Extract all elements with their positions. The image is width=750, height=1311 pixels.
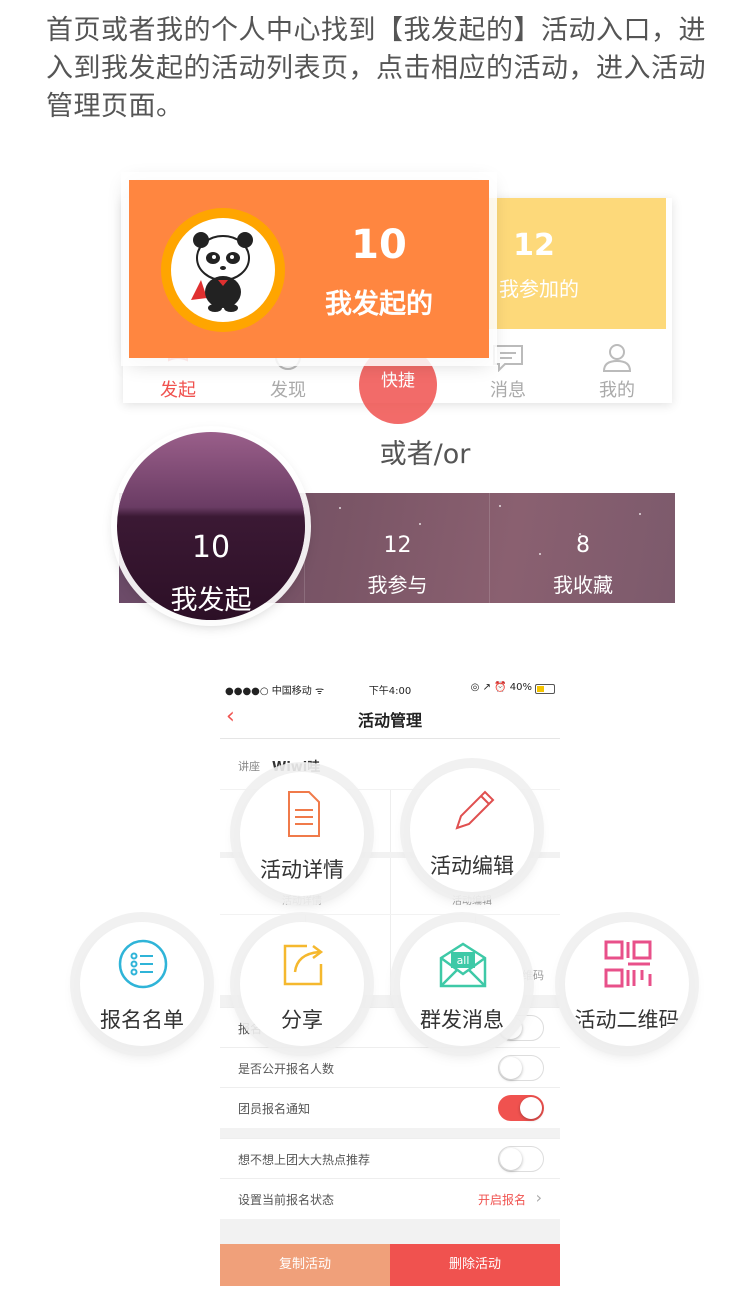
list-icon bbox=[118, 939, 168, 989]
setting-label: 团员报名通知 bbox=[238, 1102, 311, 1116]
bubble-activity-detail[interactable]: 活动详情 bbox=[240, 772, 364, 896]
tab-label: 消息 bbox=[490, 380, 526, 401]
bubble-label: 活动编辑 bbox=[430, 854, 514, 878]
status-right-text: ◎ ↗ ⏰ 40% bbox=[470, 682, 532, 693]
signup-status-row[interactable]: 设置当前报名状态 开启报名 › bbox=[220, 1178, 560, 1219]
avatar bbox=[161, 208, 285, 332]
setting-row: 是否公开报名人数 bbox=[220, 1047, 560, 1088]
setting-row: 想不想上团大大热点推荐 bbox=[220, 1138, 560, 1179]
joined-label: 我参加的 bbox=[499, 277, 579, 301]
chevron-right-icon: › bbox=[535, 1188, 542, 1207]
stat-count: 12 bbox=[383, 533, 412, 558]
bubble-signup-list[interactable]: 报名名单 bbox=[80, 922, 204, 1046]
or-divider: 或者/or bbox=[379, 439, 471, 470]
battery-icon bbox=[535, 684, 555, 694]
intro-text: 首页或者我的个人中心找到【我发起的】活动入口，进入到我发起的活动列表页，点击相应… bbox=[46, 15, 706, 122]
stat-count: 10 bbox=[191, 530, 231, 565]
bubble-label: 活动详情 bbox=[260, 858, 344, 882]
stat-label: 我发起 bbox=[170, 585, 252, 616]
grid-label-edit: 活动编辑 bbox=[452, 896, 492, 907]
bubble-label: 群发消息 bbox=[420, 1008, 504, 1032]
message-icon bbox=[493, 345, 523, 372]
copy-activity-button[interactable]: 复制活动 bbox=[220, 1244, 390, 1286]
setting-label: 设置当前报名状态 bbox=[238, 1193, 335, 1207]
joined-count: 12 bbox=[513, 228, 555, 263]
delete-activity-button[interactable]: 删除活动 bbox=[390, 1244, 560, 1286]
setting-row: 团员报名通知 bbox=[220, 1087, 560, 1128]
share-icon bbox=[283, 944, 324, 986]
nav-bar: ‹ 活动管理 bbox=[220, 698, 560, 739]
document-icon bbox=[288, 791, 320, 837]
grid-label-partial: 维码 bbox=[522, 969, 544, 982]
bubble-label: 活动二维码 bbox=[574, 1008, 680, 1032]
setting-toggle[interactable] bbox=[498, 1095, 544, 1121]
stat-label: 我收藏 bbox=[553, 573, 613, 597]
bubble-activity-edit[interactable]: 活动编辑 bbox=[410, 768, 534, 892]
stat-label: 我参与 bbox=[367, 573, 428, 597]
stat-launched-magnified[interactable]: 10 我发起 bbox=[117, 432, 305, 620]
stat-count: 8 bbox=[576, 533, 590, 558]
setting-label: 是否公开报名人数 bbox=[238, 1062, 335, 1076]
stat-favorites[interactable]: 8 我收藏 bbox=[489, 493, 675, 603]
tab-label: 我的 bbox=[599, 380, 635, 401]
tab-mine[interactable]: 我的 bbox=[562, 340, 672, 403]
bubble-qr-code[interactable]: 活动二维码 bbox=[565, 922, 689, 1046]
launched-card[interactable]: 10 我发起的 bbox=[129, 180, 489, 358]
setting-label: 想不想上团大大热点推荐 bbox=[238, 1153, 371, 1167]
launched-count: 10 bbox=[351, 222, 407, 268]
panda-avatar-icon bbox=[191, 232, 253, 312]
svg-text:all: all bbox=[457, 954, 470, 967]
mail-all-icon: all bbox=[439, 942, 487, 988]
quick-label: 快捷 bbox=[381, 371, 415, 391]
setting-toggle[interactable] bbox=[498, 1055, 544, 1081]
stat-joined[interactable]: 12 我参与 bbox=[304, 493, 490, 603]
bottom-actions: 复制活动 删除活动 bbox=[220, 1244, 560, 1286]
bubble-label: 报名名单 bbox=[100, 1008, 184, 1032]
tab-label: 发现 bbox=[270, 380, 306, 401]
joined-card[interactable]: 12 我参加的 bbox=[489, 198, 666, 329]
signup-status-value: 开启报名 bbox=[477, 1193, 526, 1207]
bubble-group-message[interactable]: all 群发消息 bbox=[400, 922, 524, 1046]
qr-code-icon bbox=[604, 940, 652, 988]
launched-label: 我发起的 bbox=[325, 289, 433, 320]
page-title: 活动管理 bbox=[357, 711, 422, 730]
pencil-icon bbox=[455, 790, 495, 830]
bubble-share[interactable]: 分享 bbox=[240, 922, 364, 1046]
status-bar: ●●●●○ 中国移动 ᯤ 下午4:00 ◎ ↗ ⏰ 40% bbox=[220, 678, 560, 698]
tab-label: 发起 bbox=[160, 380, 196, 401]
activity-type: 讲座 bbox=[238, 760, 260, 773]
user-icon bbox=[602, 344, 632, 372]
setting-toggle[interactable] bbox=[498, 1146, 544, 1172]
bubble-label: 分享 bbox=[281, 1008, 323, 1032]
